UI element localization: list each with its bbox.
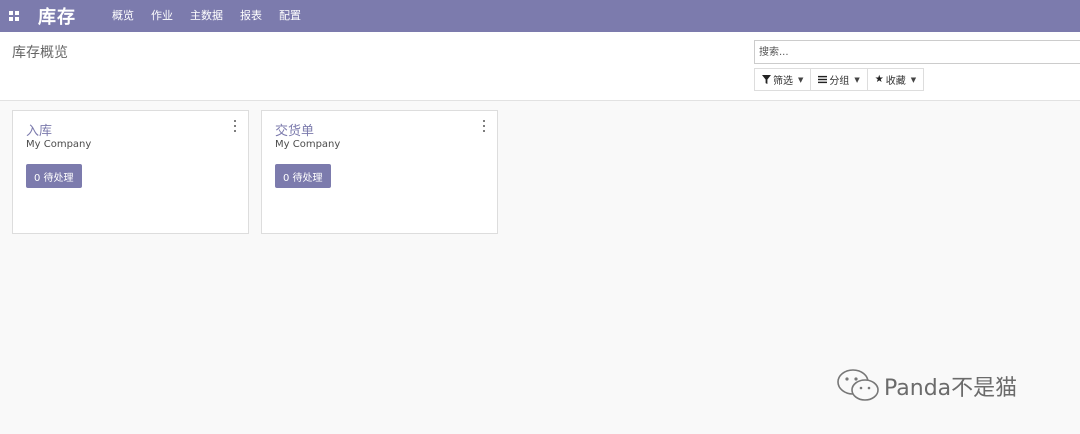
control-panel: 库存概览 筛选 ▼ 分组 ▼ ★ 收藏 ▼ xyxy=(0,32,1080,101)
group-by-button[interactable]: 分组 ▼ xyxy=(810,68,868,91)
menu-item-configuration[interactable]: 配置 xyxy=(279,0,310,32)
menu-item-reports[interactable]: 报表 xyxy=(240,0,271,32)
filter-button[interactable]: 筛选 ▼ xyxy=(754,68,812,91)
favorites-button-label: 收藏 xyxy=(885,76,906,87)
list-icon xyxy=(818,75,828,84)
wechat-icon xyxy=(837,369,879,401)
card-company: My Company xyxy=(26,139,92,150)
to-process-button[interactable]: 0 待处理 xyxy=(26,164,82,188)
menu-item-overview[interactable]: 概览 xyxy=(112,0,143,32)
page-title: 库存概览 xyxy=(12,45,68,61)
filter-button-label: 筛选 xyxy=(773,76,793,87)
kebab-menu-icon[interactable] xyxy=(481,120,487,132)
card-title[interactable]: 交货单 xyxy=(275,120,314,139)
app-title[interactable]: 库存 xyxy=(38,3,76,29)
card-title[interactable]: 入库 xyxy=(26,120,52,139)
filter-icon xyxy=(762,75,771,84)
group-by-button-label: 分组 xyxy=(829,76,850,87)
main-menu: 概览 作业 主数据 报表 配置 xyxy=(112,0,310,32)
search-input[interactable] xyxy=(754,40,1080,64)
top-navbar: 库存 概览 作业 主数据 报表 配置 xyxy=(0,0,1080,32)
kanban-card-receipts: 入库 My Company 0 待处理 xyxy=(12,110,249,234)
menu-item-master-data[interactable]: 主数据 xyxy=(190,0,232,32)
favorites-button[interactable]: ★ 收藏 ▼ xyxy=(866,68,925,91)
search-options: 筛选 ▼ 分组 ▼ ★ 收藏 ▼ xyxy=(754,68,925,91)
caret-down-icon: ▼ xyxy=(910,75,917,84)
watermark-text: Panda不是猫 xyxy=(884,376,1018,401)
menu-item-operations[interactable]: 作业 xyxy=(151,0,182,32)
kanban-card-delivery-orders: 交货单 My Company 0 待处理 xyxy=(261,110,498,234)
caret-down-icon: ▼ xyxy=(854,75,860,84)
apps-menu-icon[interactable] xyxy=(0,0,28,32)
to-process-button[interactable]: 0 待处理 xyxy=(275,164,331,188)
watermark: Panda不是猫 xyxy=(836,368,1017,404)
kebab-menu-icon[interactable] xyxy=(232,120,238,132)
card-company: My Company xyxy=(275,139,341,150)
star-icon: ★ xyxy=(874,74,884,85)
caret-down-icon: ▼ xyxy=(798,75,804,84)
